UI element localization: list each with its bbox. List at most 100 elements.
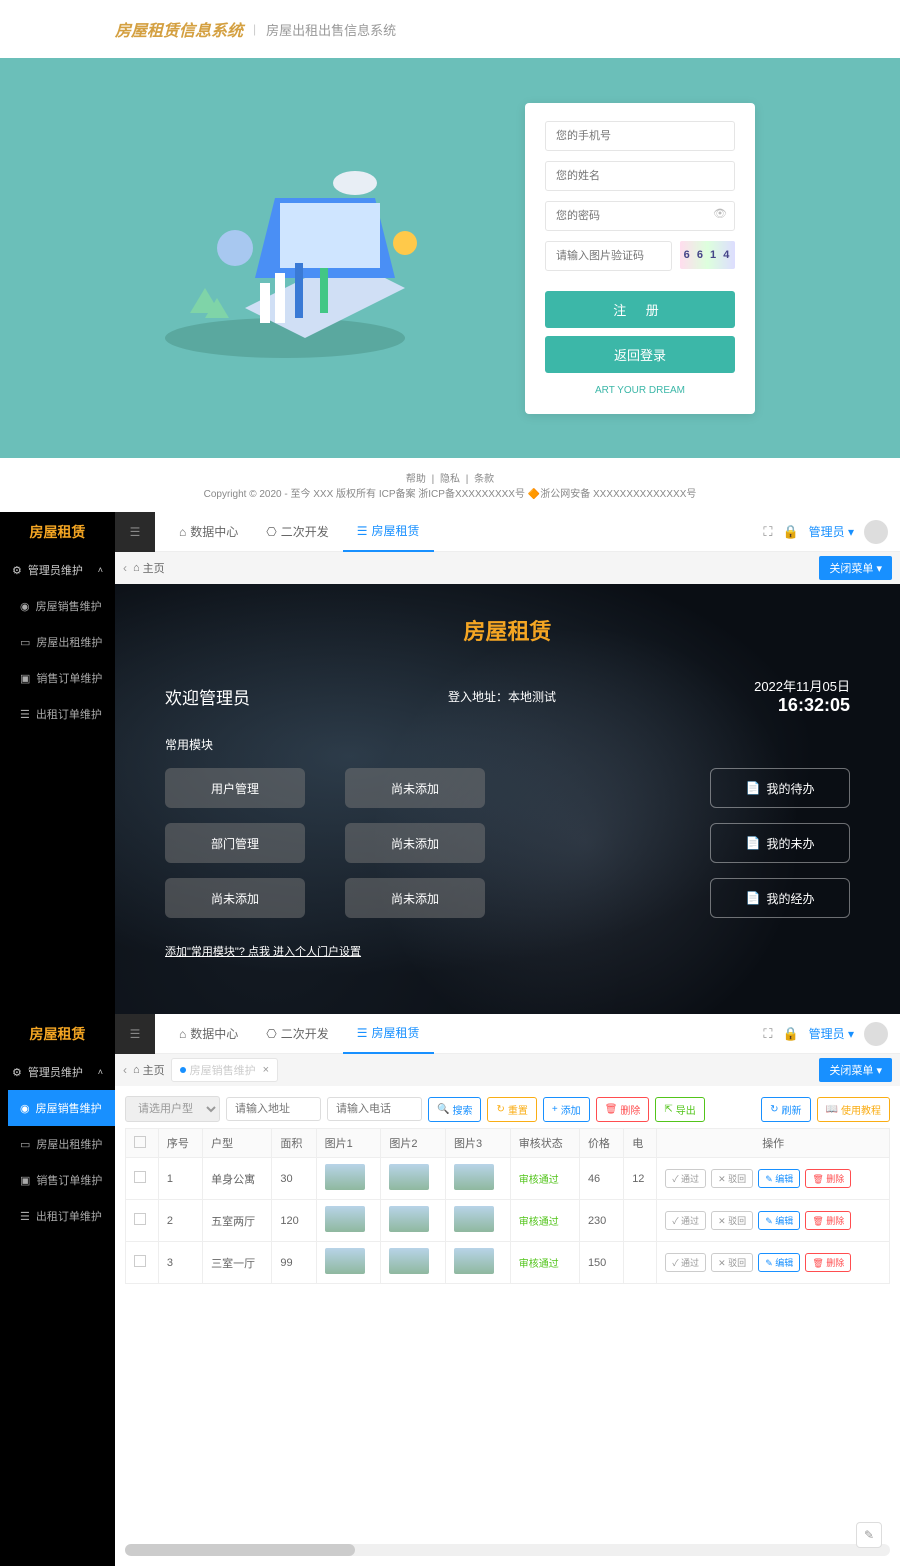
eye-icon[interactable]: 👁 <box>713 207 727 220</box>
thumb-1[interactable] <box>325 1164 365 1190</box>
thumb-2[interactable] <box>389 1248 429 1274</box>
captcha-input[interactable] <box>545 241 672 271</box>
thumb-2[interactable] <box>389 1206 429 1232</box>
time-text: 16:32:05 <box>754 695 850 716</box>
thumb-3[interactable] <box>454 1248 494 1274</box>
reset-button[interactable]: ↻重置 <box>487 1097 536 1122</box>
delete-button[interactable]: 🗑删除 <box>596 1097 650 1122</box>
sidebar-item-sales[interactable]: ◉房屋销售维护 <box>8 1090 115 1126</box>
edit-button[interactable]: ✎ 编辑 <box>758 1169 800 1188</box>
sidebar-parent[interactable]: ⚙ 管理员维护 ˄ <box>0 552 115 588</box>
pass-button[interactable]: ✓ 通过 <box>665 1169 706 1188</box>
cell-seq: 2 <box>158 1200 202 1242</box>
close-menu-button[interactable]: 关闭菜单 ▾ <box>819 1058 892 1082</box>
back-login-button[interactable]: 返回登录 <box>545 336 735 373</box>
reject-button[interactable]: ✕ 驳回 <box>711 1211 753 1230</box>
gear-icon: ⚙ <box>12 1066 22 1079</box>
edit-button[interactable]: ✎ 编辑 <box>758 1211 800 1230</box>
bc-home[interactable]: ⌂主页 <box>133 560 165 576</box>
tab-dev[interactable]: ⎔二次开发 <box>252 1014 343 1054</box>
user-type-select[interactable]: 请选用户型 <box>125 1096 220 1122</box>
thumb-3[interactable] <box>454 1206 494 1232</box>
export-button[interactable]: ⇱导出 <box>655 1097 704 1122</box>
footer-help[interactable]: 帮助 <box>406 474 426 485</box>
tab-data-center[interactable]: ⌂数据中心 <box>165 1014 252 1054</box>
module-empty-1[interactable]: 尚未添加 <box>165 878 305 918</box>
add-module-link[interactable]: 添加"常用模块"? 点我 进入个人门户设置 <box>165 943 850 959</box>
close-menu-button[interactable]: 关闭菜单 ▾ <box>819 556 892 580</box>
phone-input[interactable] <box>545 121 735 151</box>
user-menu[interactable]: 管理员 ▾ <box>809 1025 854 1042</box>
lock-icon[interactable]: 🔒 <box>782 1026 798 1042</box>
tag-icon: ▣ <box>20 1174 30 1187</box>
module-user-mgmt[interactable]: 用户管理 <box>165 768 305 808</box>
bc-back[interactable]: ‹ <box>123 561 127 575</box>
slogan-text: ART YOUR DREAM <box>545 385 735 396</box>
thumb-3[interactable] <box>454 1164 494 1190</box>
search-button[interactable]: 🔍搜索 <box>428 1097 481 1122</box>
sidebar-item-rental[interactable]: ▭房屋出租维护 <box>8 624 115 660</box>
row-checkbox[interactable] <box>134 1213 146 1225</box>
thumb-1[interactable] <box>325 1248 365 1274</box>
tab-data-center[interactable]: ⌂数据中心 <box>165 512 252 552</box>
register-button[interactable]: 注 册 <box>545 291 735 328</box>
add-button[interactable]: +添加 <box>543 1097 590 1122</box>
address-input[interactable] <box>226 1097 321 1121</box>
row-delete-button[interactable]: 🗑 删除 <box>805 1253 851 1272</box>
cell-elec <box>624 1200 657 1242</box>
select-all-checkbox[interactable] <box>134 1136 146 1148</box>
tab-rental[interactable]: ☰房屋租赁 <box>343 512 434 552</box>
sidebar-item-rental-order[interactable]: ☰出租订单维护 <box>8 1198 115 1234</box>
password-input[interactable] <box>545 201 735 231</box>
tutorial-button[interactable]: 📖使用教程 <box>817 1097 890 1122</box>
row-checkbox[interactable] <box>134 1171 146 1183</box>
edit-button[interactable]: ✎ 编辑 <box>758 1253 800 1272</box>
phone-input[interactable] <box>327 1097 422 1121</box>
module-my-todo[interactable]: 📄我的待办 <box>710 768 850 808</box>
name-input[interactable] <box>545 161 735 191</box>
sidebar-item-sales-order[interactable]: ▣销售订单维护 <box>8 1162 115 1198</box>
row-delete-button[interactable]: 🗑 删除 <box>805 1211 851 1230</box>
sidebar-item-sales-order[interactable]: ▣销售订单维护 <box>8 660 115 696</box>
cell-seq: 3 <box>158 1242 202 1284</box>
captcha-image[interactable]: 6 6 1 4 <box>680 241 735 269</box>
user-menu[interactable]: 管理员 ▾ <box>809 523 854 540</box>
expand-icon[interactable]: ⛶ <box>763 524 772 540</box>
sidebar-toggle[interactable]: ☰ <box>115 512 155 552</box>
sidebar-item-rental[interactable]: ▭房屋出租维护 <box>8 1126 115 1162</box>
sidebar-item-sales[interactable]: ◉房屋销售维护 <box>8 588 115 624</box>
module-my-pending[interactable]: 📄我的未办 <box>710 823 850 863</box>
tab-dev[interactable]: ⎔二次开发 <box>252 512 343 552</box>
avatar[interactable] <box>864 520 888 544</box>
thumb-1[interactable] <box>325 1206 365 1232</box>
sidebar-toggle[interactable]: ☰ <box>115 1014 155 1054</box>
pass-button[interactable]: ✓ 通过 <box>665 1253 706 1272</box>
row-checkbox[interactable] <box>134 1255 146 1267</box>
thumb-2[interactable] <box>389 1164 429 1190</box>
lock-icon[interactable]: 🔒 <box>782 524 798 540</box>
avatar[interactable] <box>864 1022 888 1046</box>
bc-home[interactable]: ⌂主页 <box>133 1062 165 1078</box>
edit-fab[interactable]: ✎ <box>856 1522 882 1548</box>
module-empty-2[interactable]: 尚未添加 <box>345 768 485 808</box>
bc-back[interactable]: ‹ <box>123 1063 127 1077</box>
module-empty-4[interactable]: 尚未添加 <box>345 878 485 918</box>
horizontal-scrollbar[interactable] <box>125 1544 890 1556</box>
expand-icon[interactable]: ⛶ <box>763 1026 772 1042</box>
pass-button[interactable]: ✓ 通过 <box>665 1211 706 1230</box>
row-delete-button[interactable]: 🗑 删除 <box>805 1169 851 1188</box>
list-icon: ☰ <box>20 708 30 721</box>
close-icon[interactable]: × <box>263 1064 269 1076</box>
module-my-handled[interactable]: 📄我的经办 <box>710 878 850 918</box>
footer-privacy[interactable]: 隐私 <box>440 474 460 485</box>
refresh-button[interactable]: ↻刷新 <box>761 1097 810 1122</box>
module-dept-mgmt[interactable]: 部门管理 <box>165 823 305 863</box>
sidebar-parent[interactable]: ⚙ 管理员维护 ˄ <box>0 1054 115 1090</box>
footer-terms[interactable]: 条款 <box>474 474 494 485</box>
reject-button[interactable]: ✕ 驳回 <box>711 1169 753 1188</box>
reject-button[interactable]: ✕ 驳回 <box>711 1253 753 1272</box>
bc-tab-active[interactable]: 房屋销售维护× <box>171 1058 278 1082</box>
module-empty-3[interactable]: 尚未添加 <box>345 823 485 863</box>
tab-rental[interactable]: ☰房屋租赁 <box>343 1014 434 1054</box>
sidebar-item-rental-order[interactable]: ☰出租订单维护 <box>8 696 115 732</box>
